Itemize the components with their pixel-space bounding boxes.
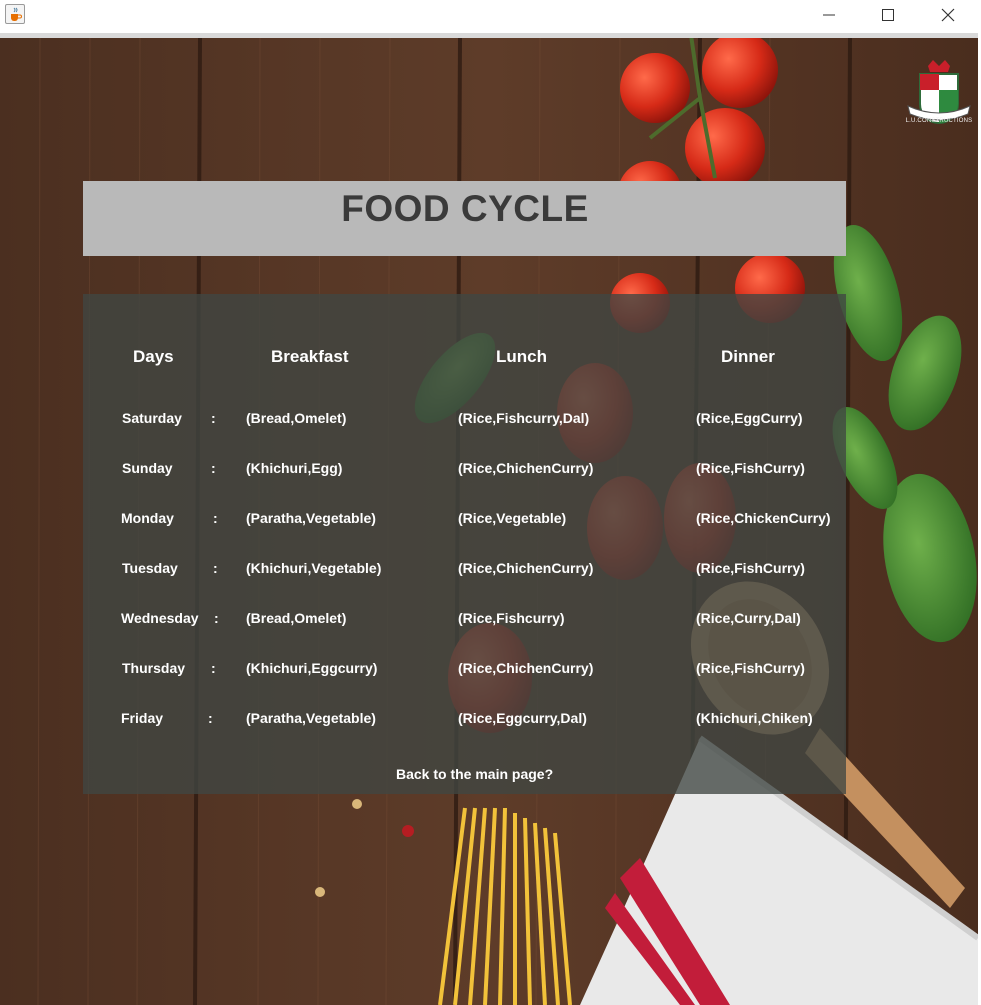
row-sunday-day: Sunday (122, 460, 173, 476)
row-separator: : (211, 460, 216, 476)
header-days: Days (133, 347, 174, 366)
maximize-icon[interactable] (865, 0, 911, 30)
row-saturday-lunch: (Rice,Fishcurry,Dal) (458, 410, 590, 426)
row-separator: : (211, 660, 216, 676)
row-separator: : (213, 560, 218, 576)
row-thursday-dinner: (Rice,FishCurry) (696, 660, 805, 676)
row-monday-dinner: (Rice,ChickenCurry) (696, 510, 831, 526)
row-thursday-day: Thursday (122, 660, 186, 676)
row-separator: : (213, 510, 218, 526)
java-cup-icon (5, 4, 25, 24)
row-friday-dinner: (Khichuri,Chiken) (696, 710, 813, 726)
row-friday-breakfast: (Paratha,Vegetable) (246, 710, 376, 726)
row-wednesday-breakfast: (Bread,Omelet) (246, 610, 347, 626)
row-separator: : (208, 710, 213, 726)
row-sunday-dinner: (Rice,FishCurry) (696, 460, 805, 476)
header-dinner: Dinner (721, 347, 775, 366)
row-wednesday-dinner: (Rice,Curry,Dal) (696, 610, 801, 626)
row-wednesday-day: Wednesday (121, 610, 199, 626)
row-tuesday-breakfast: (Khichuri,Vegetable) (246, 560, 382, 576)
window-title-bar (0, 0, 981, 34)
row-saturday-day: Saturday (122, 410, 182, 426)
row-friday-lunch: (Rice,Eggcurry,Dal) (458, 710, 587, 726)
row-thursday-lunch: (Rice,ChichenCurry) (458, 660, 594, 676)
minimize-icon[interactable] (806, 0, 852, 30)
row-tuesday-day: Tuesday (122, 560, 178, 576)
row-wednesday-lunch: (Rice,Fishcurry) (458, 610, 565, 626)
row-saturday-dinner: (Rice,EggCurry) (696, 410, 803, 426)
page-title: FOOD CYCLE (341, 188, 589, 229)
header-breakfast: Breakfast (271, 347, 349, 366)
row-monday-breakfast: (Paratha,Vegetable) (246, 510, 376, 526)
row-separator: : (214, 610, 219, 626)
row-thursday-breakfast: (Khichuri,Eggcurry) (246, 660, 378, 676)
header-lunch: Lunch (496, 347, 547, 366)
row-separator: : (211, 410, 216, 426)
row-sunday-lunch: (Rice,ChichenCurry) (458, 460, 594, 476)
logo-caption: L.U.CONSTRUCTIONS (905, 118, 973, 124)
row-monday-lunch: (Rice,Vegetable) (458, 510, 567, 526)
close-icon[interactable] (925, 0, 971, 30)
row-friday-day: Friday (121, 710, 164, 726)
row-tuesday-dinner: (Rice,FishCurry) (696, 560, 805, 576)
row-tuesday-lunch: (Rice,ChichenCurry) (458, 560, 594, 576)
row-sunday-breakfast: (Khichuri,Egg) (246, 460, 343, 476)
row-monday-day: Monday (121, 510, 174, 526)
back-to-main-link[interactable]: Back to the main page? (396, 766, 553, 782)
row-saturday-breakfast: (Bread,Omelet) (246, 410, 347, 426)
